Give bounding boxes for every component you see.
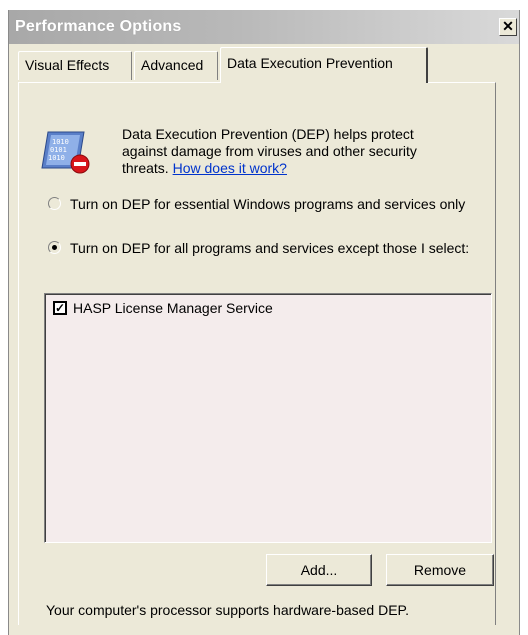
svg-text:1010: 1010 <box>48 154 65 162</box>
remove-button[interactable]: Remove <box>386 554 494 586</box>
dep-support-status: Your computer's processor supports hardw… <box>46 602 409 618</box>
option-label: Turn on DEP for essential Windows progra… <box>70 196 466 212</box>
radio-essential-only[interactable] <box>48 197 61 210</box>
list-item-label: HASP License Manager Service <box>73 300 273 316</box>
tab-label: Data Execution Prevention <box>227 55 393 71</box>
add-button[interactable]: Add... <box>266 554 372 586</box>
radio-all-except-selected[interactable] <box>48 241 61 254</box>
window-title: Performance Options <box>15 18 182 35</box>
svg-text:0101: 0101 <box>50 146 67 154</box>
exception-checkbox[interactable]: ✓ <box>53 301 67 315</box>
tab-visual-effects[interactable]: Visual Effects <box>18 51 132 80</box>
tab-data-execution-prevention[interactable]: Data Execution Prevention <box>220 47 428 83</box>
tab-label: Visual Effects <box>25 57 110 73</box>
close-icon: ✕ <box>502 18 514 34</box>
dep-shield-icon: 1010 0101 1010 <box>41 131 90 174</box>
dep-exception-list[interactable]: ✓ HASP License Manager Service <box>44 293 492 543</box>
tab-label: Advanced <box>141 57 204 73</box>
tab-advanced[interactable]: Advanced <box>134 51 218 80</box>
svg-text:1010: 1010 <box>52 138 69 146</box>
how-does-it-work-link[interactable]: How does it work? <box>173 160 287 176</box>
option-label: Turn on DEP for all programs and service… <box>70 240 470 256</box>
close-button[interactable]: ✕ <box>499 18 517 36</box>
dep-description: Data Execution Prevention (DEP) helps pr… <box>122 126 462 177</box>
title-bar[interactable]: Performance Options ✕ <box>9 10 519 44</box>
